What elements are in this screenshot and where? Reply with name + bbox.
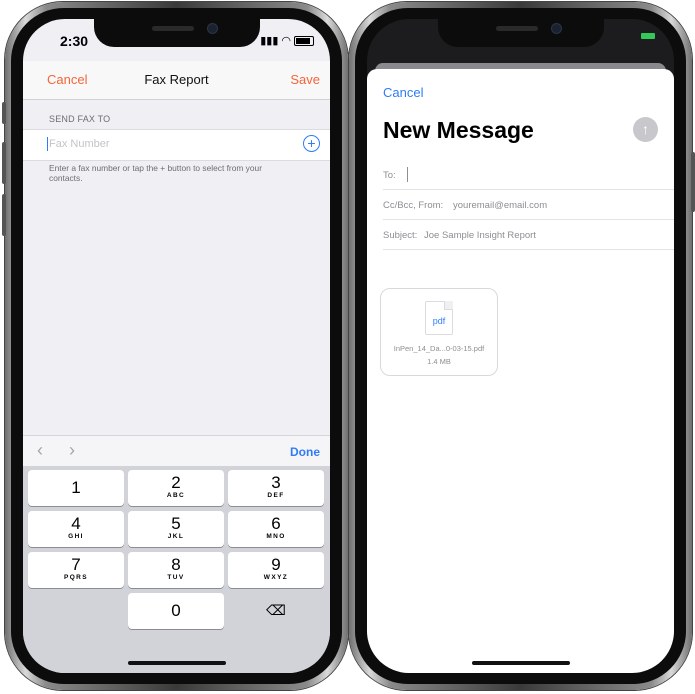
key-number: 9 [271, 555, 281, 574]
subject-value: Joe Sample Insight Report [424, 230, 536, 241]
key-letters: JKL [167, 533, 185, 540]
fax-screen: 2:30 ▮▮▮ ◠ Cancel Fax Report Save SEND F… [23, 19, 330, 673]
section-header: SEND FAX TO [49, 114, 111, 124]
key-number: 4 [71, 514, 81, 533]
key-1[interactable]: 1 [28, 470, 124, 506]
key-letters: PQRS [63, 574, 89, 581]
key-letters: TUV [167, 574, 185, 581]
to-field[interactable]: To: [383, 159, 674, 190]
attachment-size: 1.4 MB [427, 357, 451, 366]
key-3[interactable]: 3 DEF [228, 470, 324, 506]
battery-icon [294, 35, 314, 46]
phone-bezel: Cancel New Message ↑ To: Cc/Bcc, From: y… [355, 8, 686, 684]
done-button[interactable]: Done [290, 445, 320, 459]
home-indicator[interactable] [471, 661, 570, 665]
number-keypad: 1 2 ABC 3 DEF 4 GHI 5 JKL 6 MNO 7 PQRS 8 TUV 9W… [23, 466, 330, 673]
key-9[interactable]: 9 WXYZ [228, 552, 324, 588]
nav-bar: Cancel Fax Report Save [23, 61, 330, 100]
pdf-icon-label: pdf [432, 316, 446, 326]
pdf-file-icon: pdf [425, 301, 453, 335]
notch [93, 19, 260, 47]
key-6[interactable]: 6 MNO [228, 511, 324, 547]
save-button[interactable]: Save [290, 72, 320, 87]
previous-field-button[interactable]: ‹ [37, 440, 43, 461]
key-number: 8 [171, 555, 181, 574]
help-text: Enter a fax number or tap the + button t… [49, 163, 262, 183]
keyboard-accessory-bar: ‹ › Done [23, 435, 330, 467]
compose-sheet: Cancel New Message ↑ To: Cc/Bcc, From: y… [367, 69, 674, 673]
arrow-up-icon: ↑ [642, 121, 649, 137]
subject-field[interactable]: Subject: Joe Sample Insight Report [383, 219, 674, 250]
status-time: 2:30 [60, 33, 89, 49]
page-title: Fax Report [144, 72, 209, 87]
subject-label: Subject: [383, 230, 418, 241]
key-7[interactable]: 7 PQRS [28, 552, 124, 588]
status-icons: ▮▮▮ ◠ [260, 34, 314, 47]
key-number: 0 [171, 601, 181, 620]
notch [437, 19, 604, 47]
next-field-button[interactable]: › [69, 440, 75, 461]
key-2[interactable]: 2 ABC [128, 470, 224, 506]
key-4[interactable]: 4 GHI [28, 511, 124, 547]
key-number: 5 [171, 514, 181, 533]
battery-charging-icon [641, 33, 655, 39]
text-cursor [407, 167, 408, 182]
from-email: youremail@email.com [453, 200, 548, 211]
key-8[interactable]: 8 TUV [128, 552, 224, 588]
key-number: 3 [271, 473, 281, 492]
wifi-icon: ◠ [281, 35, 291, 47]
fax-number-row: + [23, 129, 330, 161]
phone-bezel: 2:30 ▮▮▮ ◠ Cancel Fax Report Save SEND F… [11, 8, 342, 684]
send-button[interactable]: ↑ [633, 117, 658, 142]
ccbcc-label: Cc/Bcc, From: [383, 200, 444, 211]
key-5[interactable]: 5 JKL [128, 511, 224, 547]
right-phone: Cancel New Message ↑ To: Cc/Bcc, From: y… [349, 2, 695, 690]
ccbcc-from-field[interactable]: Cc/Bcc, From: youremail@email.com [383, 189, 674, 220]
plus-circle-icon: + [307, 135, 316, 151]
key-letters: GHI [68, 533, 84, 540]
add-contact-button[interactable]: + [303, 135, 320, 152]
mail-cancel-button[interactable]: Cancel [383, 85, 423, 100]
key-number: 6 [271, 514, 281, 533]
key-number: 7 [71, 555, 81, 574]
attachment-filename: InPen_14_Da...0-03-15.pdf [393, 344, 485, 353]
mail-screen: Cancel New Message ↑ To: Cc/Bcc, From: y… [367, 19, 674, 673]
key-0[interactable]: 0 [128, 593, 224, 629]
key-letters: MNO [266, 533, 286, 540]
delete-key[interactable]: ⌫ [228, 593, 324, 629]
key-letters: DEF [267, 492, 285, 499]
key-number: 2 [171, 473, 181, 492]
compose-title: New Message [383, 117, 534, 143]
key-letters: ABC [166, 492, 186, 499]
pdf-attachment[interactable]: pdf InPen_14_Da...0-03-15.pdf 1.4 MB [380, 288, 498, 376]
backspace-icon: ⌫ [266, 602, 286, 618]
to-label: To: [383, 170, 396, 181]
left-phone: 2:30 ▮▮▮ ◠ Cancel Fax Report Save SEND F… [2, 2, 348, 690]
key-number: 1 [71, 478, 81, 497]
signal-icon: ▮▮▮ [260, 35, 279, 47]
home-indicator[interactable] [127, 661, 226, 665]
fax-number-input[interactable] [47, 137, 271, 151]
key-letters: WXYZ [263, 574, 289, 581]
